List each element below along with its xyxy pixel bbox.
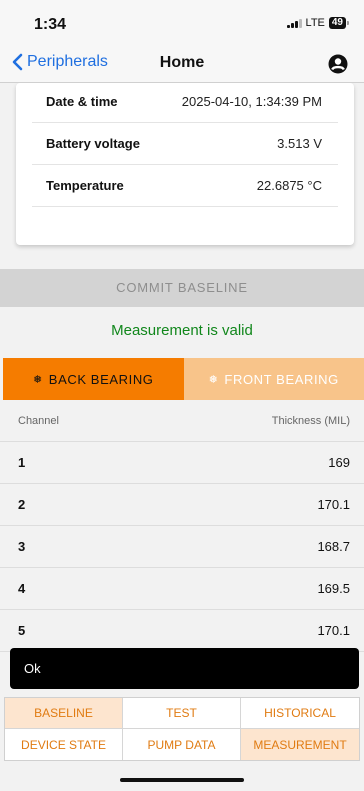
- thickness-cell: 170.1: [317, 623, 350, 638]
- table-row: 2 170.1: [0, 484, 364, 526]
- channel-cell: 4: [18, 581, 26, 596]
- thickness-cell: 169: [328, 455, 350, 470]
- bottom-navigation: BASELINE TEST HISTORICAL DEVICE STATE PU…: [4, 697, 360, 761]
- navigation-bar: Peripherals Home: [0, 47, 364, 83]
- thickness-cell: 169.5: [317, 581, 350, 596]
- nav-measurement-button[interactable]: MEASUREMENT: [241, 729, 359, 760]
- info-label: Date & time: [46, 94, 118, 109]
- channel-cell: 2: [18, 497, 26, 512]
- info-value: 2025-04-10, 1:34:39 PM: [181, 94, 322, 109]
- channel-cell: 5: [18, 623, 26, 638]
- info-row-temperature: Temperature 22.6875 °C: [32, 165, 338, 207]
- validity-message: Measurement is valid: [111, 322, 253, 339]
- snowflake-icon: ❅: [32, 373, 43, 386]
- tab-front-bearing[interactable]: ❅ FRONT BEARING: [183, 358, 364, 400]
- main-content[interactable]: Date & time 2025-04-10, 1:34:39 PM Batte…: [0, 83, 364, 697]
- table-header: Channel Thickness (MIL): [0, 400, 364, 442]
- commit-baseline-button[interactable]: COMMIT BASELINE: [0, 269, 364, 307]
- account-icon: [328, 54, 348, 74]
- table-row: 4 169.5: [0, 568, 364, 610]
- column-header-channel: Channel: [18, 414, 59, 427]
- account-button[interactable]: [328, 54, 348, 79]
- nav-device-state-button[interactable]: DEVICE STATE: [5, 729, 123, 760]
- home-indicator[interactable]: [120, 778, 244, 782]
- bearing-tabs: ❅ BACK BEARING ❅ FRONT BEARING: [3, 358, 364, 400]
- channel-cell: 3: [18, 539, 26, 554]
- tab-back-bearing[interactable]: ❅ BACK BEARING: [3, 358, 184, 400]
- status-time: 1:34: [34, 16, 67, 33]
- device-info-card: Date & time 2025-04-10, 1:34:39 PM Batte…: [16, 83, 354, 245]
- battery-icon: 49: [328, 17, 350, 29]
- tab-label: FRONT BEARING: [224, 371, 339, 387]
- tab-label: BACK BEARING: [48, 371, 154, 387]
- signal-icon: [286, 18, 302, 28]
- nav-baseline-button[interactable]: BASELINE: [5, 698, 123, 729]
- network-label: LTE: [305, 17, 325, 29]
- chevron-left-icon: [12, 53, 23, 71]
- column-header-thickness: Thickness (MIL): [271, 414, 350, 427]
- snowflake-icon: ❅: [208, 373, 219, 386]
- table-row: 1 169: [0, 442, 364, 484]
- status-indicators: LTE 49: [286, 17, 350, 29]
- table-row: 3 168.7: [0, 526, 364, 568]
- info-row-battery-voltage: Battery voltage 3.513 V: [32, 123, 338, 165]
- thickness-cell: 168.7: [317, 539, 350, 554]
- info-value: 22.6875 °C: [256, 178, 322, 193]
- back-button[interactable]: Peripherals: [12, 53, 108, 71]
- nav-historical-button[interactable]: HISTORICAL: [241, 698, 359, 729]
- back-label: Peripherals: [27, 53, 108, 70]
- channel-cell: 1: [18, 455, 26, 470]
- table-row: 5 170.1: [0, 610, 364, 652]
- info-value: 3.513 V: [277, 136, 322, 151]
- nav-test-button[interactable]: TEST: [123, 698, 241, 729]
- info-label: Temperature: [46, 178, 124, 193]
- toast-label: Ok: [24, 661, 41, 676]
- thickness-cell: 170.1: [317, 497, 350, 512]
- nav-pump-data-button[interactable]: PUMP DATA: [123, 729, 241, 760]
- info-row-datetime: Date & time 2025-04-10, 1:34:39 PM: [32, 83, 338, 123]
- toast-ok-button[interactable]: Ok: [10, 648, 359, 689]
- info-label: Battery voltage: [46, 136, 140, 151]
- status-bar: 1:34 LTE 49: [0, 0, 364, 47]
